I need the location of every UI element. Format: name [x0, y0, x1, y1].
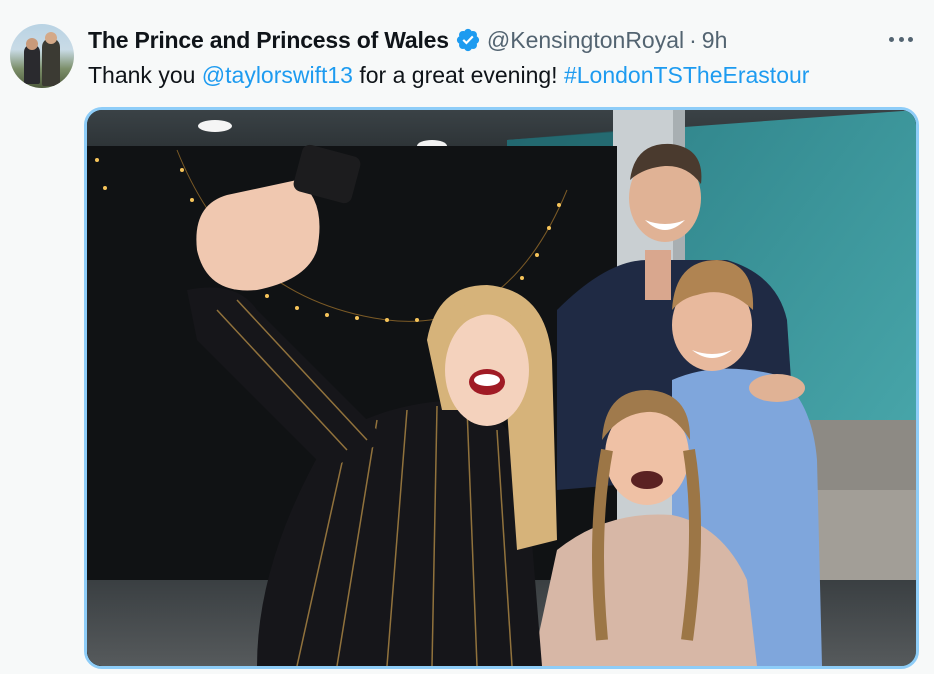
- separator-dot: ·: [689, 26, 697, 53]
- tweet-header: The Prince and Princess of Wales @Kensin…: [88, 25, 727, 55]
- hashtag-link[interactable]: #LondonTSTheErastour: [564, 62, 810, 88]
- tweet-text-middle: for a great evening!: [352, 62, 564, 88]
- author-name[interactable]: The Prince and Princess of Wales: [88, 27, 449, 54]
- author-handle[interactable]: @KensingtonRoyal: [487, 27, 684, 54]
- verified-badge-icon[interactable]: [455, 27, 481, 53]
- tweet-text-prefix: Thank you: [88, 62, 202, 88]
- tweet-timestamp[interactable]: 9h: [702, 27, 728, 54]
- selfie-photo-illustration: [87, 110, 916, 666]
- tweet-photo[interactable]: [84, 107, 919, 669]
- more-horizontal-icon[interactable]: [886, 26, 916, 52]
- mention-link[interactable]: @taylorswift13: [202, 62, 353, 88]
- author-avatar[interactable]: [10, 24, 74, 88]
- tweet-card[interactable]: The Prince and Princess of Wales @Kensin…: [0, 0, 934, 674]
- tweet-text: Thank you @taylorswift13 for a great eve…: [88, 60, 809, 90]
